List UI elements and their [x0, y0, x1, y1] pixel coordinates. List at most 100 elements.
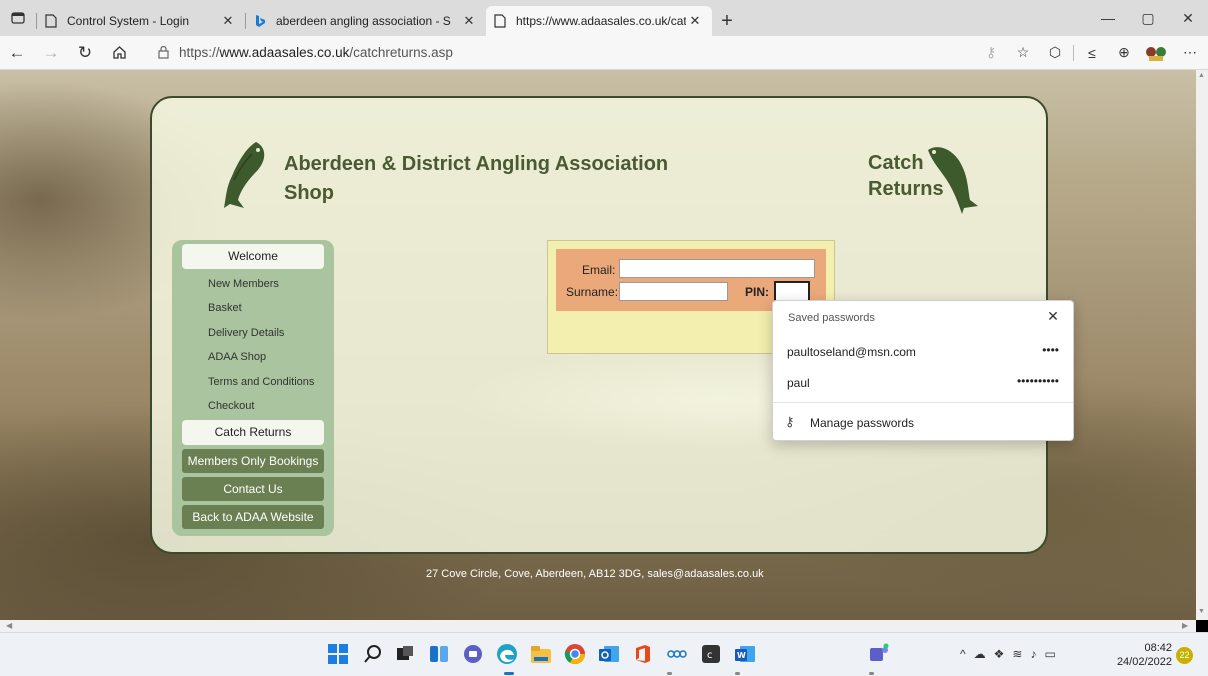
active-app-indicator	[504, 672, 514, 675]
tab-title: Control System - Login	[67, 14, 190, 28]
task-view-icon[interactable]	[394, 643, 416, 665]
url-path: /catchreturns.asp	[349, 45, 453, 60]
nav-terms-and-conditions[interactable]: Terms and Conditions	[208, 376, 314, 388]
widgets-icon[interactable]	[428, 643, 450, 665]
dropbox-icon[interactable]: ❖	[994, 647, 1005, 661]
back-button[interactable]: ←	[0, 38, 34, 68]
running-app-indicator	[667, 672, 672, 675]
surname-field[interactable]	[619, 282, 728, 301]
sidebar-nav: Welcome New Members Basket Delivery Deta…	[172, 240, 334, 536]
url-prefix: https://	[179, 45, 220, 60]
wifi-icon[interactable]: ≋	[1012, 647, 1022, 661]
nav-adaa-shop[interactable]: ADAA Shop	[208, 351, 266, 363]
vertical-scrollbar[interactable]: ▲ ▼	[1196, 70, 1208, 620]
search-icon[interactable]	[362, 643, 384, 665]
url-host: www.adaasales.co.uk	[219, 45, 350, 60]
scroll-up-icon[interactable]: ▲	[1198, 72, 1205, 79]
new-tab-button[interactable]: +	[712, 6, 742, 36]
close-icon[interactable]: ✕	[1043, 308, 1063, 328]
page-icon	[494, 14, 506, 28]
system-tray: ^ ☁ ❖ ≋ ♪ ▭	[960, 647, 1056, 661]
add-favorite-button[interactable]: ☆	[1007, 38, 1039, 68]
tab-actions-icon	[11, 12, 25, 24]
scroll-left-icon[interactable]: ◀	[6, 621, 12, 630]
edge-browser-icon[interactable]	[496, 643, 518, 665]
volume-icon[interactable]: ♪	[1030, 647, 1036, 661]
manage-passwords-button[interactable]: ⚷ Manage passwords	[773, 405, 1073, 439]
show-hidden-icons-icon[interactable]: ^	[960, 647, 966, 661]
running-app-indicator	[869, 672, 874, 675]
notification-badge[interactable]: 22	[1176, 647, 1193, 664]
email-label: Email:	[582, 263, 616, 277]
nav-back-to-adaa-website[interactable]: Back to ADAA Website	[182, 505, 324, 529]
password-key-button[interactable]: ⚷	[975, 38, 1007, 68]
nav-checkout[interactable]: Checkout	[208, 400, 254, 412]
saved-password-entry[interactable]: paul ••••••••••	[773, 368, 1073, 398]
horizontal-scrollbar[interactable]: ◀ ▶	[0, 620, 1196, 632]
tab-close-icon[interactable]: ✕	[686, 13, 704, 29]
profile-button[interactable]	[1140, 38, 1172, 68]
nav-new-members[interactable]: New Members	[208, 278, 279, 290]
footer-address: 27 Cove Circle, Cove, Aberdeen, AB12 3DG…	[426, 568, 764, 580]
saved-password-entry[interactable]: paultoseland@msn.com ••••	[773, 337, 1073, 367]
windows-taskbar: c W ^ ☁ ❖ ≋ ♪ ▭ 08:42 24/02/2022 22	[0, 632, 1208, 676]
tab-close-icon[interactable]: ✕	[460, 13, 478, 29]
nav-catch-returns[interactable]: Catch Returns	[182, 420, 324, 445]
forward-button[interactable]: →	[34, 38, 68, 68]
address-bar[interactable]: https://www.adaasales.co.uk/catchreturns…	[146, 39, 906, 67]
popup-divider	[773, 402, 1073, 403]
toolbar-separator	[1073, 44, 1074, 61]
tab-close-icon[interactable]: ✕	[219, 13, 237, 29]
profile-avatar-icon	[1146, 46, 1166, 61]
nav-basket[interactable]: Basket	[208, 302, 242, 314]
saved-username: paultoseland@msn.com	[787, 345, 916, 359]
scroll-right-icon[interactable]: ▶	[1182, 621, 1188, 630]
masked-password: ••••••••••	[1016, 374, 1059, 388]
running-app-indicator	[735, 672, 740, 675]
tab-control-system[interactable]: Control System - Login ✕	[37, 6, 245, 36]
terminal-app-icon[interactable]: c	[700, 643, 722, 665]
outlook-icon[interactable]	[598, 643, 620, 665]
nav-members-only-bookings[interactable]: Members Only Bookings	[182, 449, 324, 473]
favorites-button[interactable]: ≤	[1076, 38, 1108, 68]
word-icon[interactable]: W	[734, 643, 756, 665]
tab-bing-search[interactable]: aberdeen angling association - S ✕	[246, 6, 486, 36]
office-icon[interactable]	[632, 643, 654, 665]
browser-toolbar: ← → ↻ https://www.adaasales.co.uk/catchr…	[0, 36, 1208, 70]
window-controls: — ▢ ✕	[1088, 0, 1208, 36]
nav-welcome[interactable]: Welcome	[182, 244, 324, 269]
cloud-icon[interactable]: ☁	[974, 647, 986, 661]
windows-start-icon[interactable]	[327, 643, 349, 665]
masked-password: ••••	[1042, 343, 1059, 357]
minimize-button[interactable]: —	[1088, 0, 1128, 36]
email-field[interactable]	[619, 259, 815, 278]
taskbar-clock[interactable]: 08:42 24/02/2022	[1117, 641, 1172, 668]
file-explorer-icon[interactable]	[530, 643, 552, 665]
maximize-button[interactable]: ▢	[1128, 0, 1168, 36]
collections-button[interactable]: ⊕	[1108, 38, 1140, 68]
catch-returns-heading-line1: Catch	[868, 152, 924, 174]
bing-icon	[256, 15, 265, 27]
toolbar-right: ⚷ ☆ ⬡ ≤ ⊕ ⋯	[975, 38, 1208, 68]
extensions-button[interactable]: ⬡	[1039, 38, 1071, 68]
close-window-button[interactable]: ✕	[1168, 0, 1208, 36]
nav-contact-us[interactable]: Contact Us	[182, 477, 324, 501]
scroll-down-icon[interactable]: ▼	[1198, 608, 1205, 615]
trout-logo-right-icon	[928, 147, 978, 214]
surname-label: Surname:	[566, 285, 619, 299]
manage-passwords-label: Manage passwords	[810, 416, 915, 430]
nav-delivery-details[interactable]: Delivery Details	[208, 327, 284, 339]
battery-icon[interactable]: ▭	[1044, 647, 1055, 661]
home-button[interactable]	[102, 38, 136, 68]
network-app-icon[interactable]	[666, 643, 688, 665]
tab-catch-returns[interactable]: https://www.adaasales.co.uk/cat ✕	[486, 6, 712, 36]
saved-username: paul	[787, 376, 810, 390]
teams-chat-icon[interactable]	[462, 643, 484, 665]
tab-actions-button[interactable]	[0, 0, 36, 36]
refresh-button[interactable]: ↻	[68, 38, 102, 68]
teams-icon[interactable]	[868, 643, 890, 665]
chrome-icon[interactable]	[564, 643, 586, 665]
settings-menu-button[interactable]: ⋯	[1172, 38, 1208, 68]
clock-date: 24/02/2022	[1116, 656, 1172, 668]
svg-text:c: c	[707, 650, 713, 661]
